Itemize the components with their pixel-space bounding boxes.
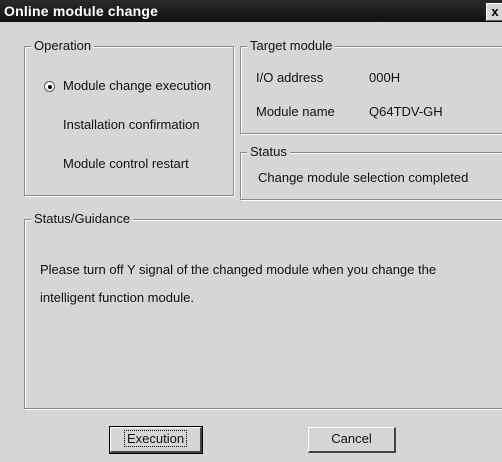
title-bar: Online module change x [0, 0, 502, 22]
module-name-label: Module name [256, 104, 335, 119]
status-group: Status Change module selection completed [240, 144, 502, 200]
status-guidance-legend: Status/Guidance [31, 211, 134, 226]
target-module-group: Target module I/O address 000H Module na… [240, 38, 502, 134]
cancel-button[interactable]: Cancel [308, 427, 396, 453]
target-module-legend: Target module [247, 38, 336, 53]
radio-selected-dot [48, 85, 52, 89]
operation-legend: Operation [31, 38, 95, 53]
close-button[interactable]: x [486, 3, 502, 21]
module-name-value: Q64TDV-GH [369, 104, 443, 119]
status-legend: Status [247, 144, 290, 159]
status-guidance-group: Status/Guidance Please turn off Y signal… [24, 211, 502, 409]
cancel-button-label: Cancel [331, 431, 372, 446]
status-text: Change module selection completed [258, 170, 469, 185]
module-control-restart-label: Module control restart [63, 156, 189, 171]
close-icon: x [491, 4, 499, 19]
installation-confirmation-label: Installation confirmation [63, 117, 200, 132]
execution-button-label: Execution [123, 430, 188, 447]
execution-button[interactable]: Execution [109, 426, 203, 454]
module-change-execution-radio[interactable] [44, 81, 55, 92]
io-address-label: I/O address [256, 70, 324, 85]
operation-group: Operation Module change execution Instal… [24, 38, 234, 196]
module-change-execution-label[interactable]: Module change execution [63, 78, 211, 93]
dialog-title: Online module change [4, 3, 159, 19]
guidance-line-2: intelligent function module. [40, 290, 194, 305]
guidance-line-1: Please turn off Y signal of the changed … [40, 262, 437, 277]
io-address-value: 000H [369, 70, 401, 85]
online-module-change-dialog: Online module change x Operation Module … [0, 0, 502, 462]
